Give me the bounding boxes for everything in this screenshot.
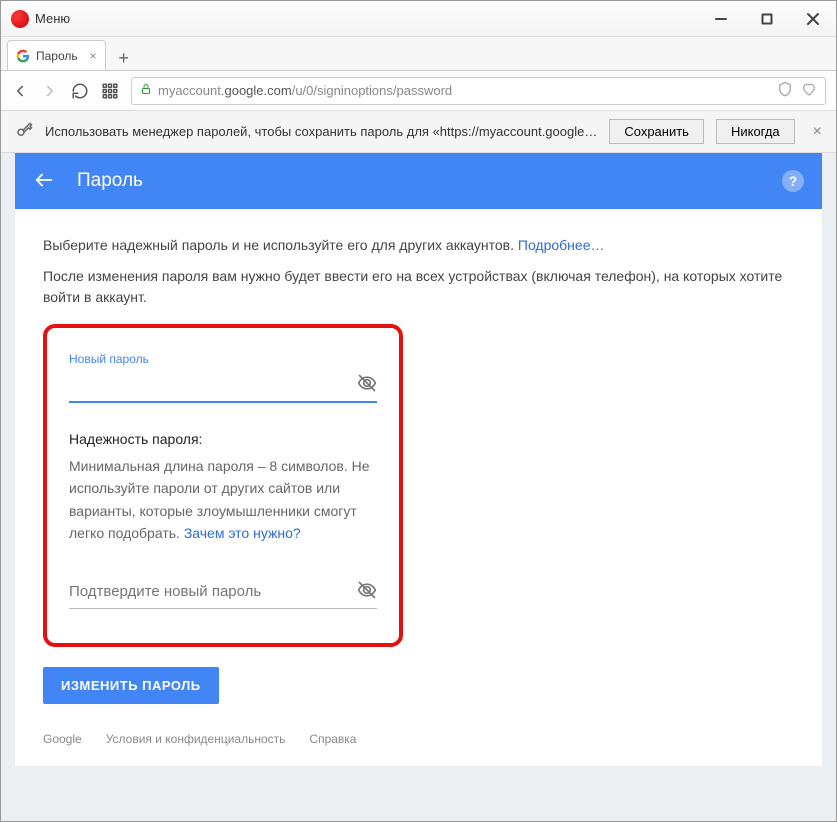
change-password-button[interactable]: ИЗМЕНИТЬ ПАРОЛЬ (43, 667, 219, 704)
window-titlebar: Меню (1, 1, 836, 37)
lock-icon (140, 82, 152, 99)
browser-window: Меню Пароль × + (0, 0, 837, 822)
infobar-close-button[interactable]: × (813, 123, 822, 141)
opera-logo-icon (11, 10, 29, 28)
strength-title: Надежность пароля: (69, 431, 377, 447)
intro-line-1: Выберите надежный пароль и не используйт… (43, 235, 794, 256)
intro-line-2: После изменения пароля вам нужно будет в… (43, 266, 794, 308)
password-save-infobar: Использовать менеджер паролей, чтобы сох… (1, 111, 836, 153)
help-icon[interactable]: ? (782, 170, 804, 192)
main-card: Выберите надежный пароль и не используйт… (15, 209, 822, 766)
page-content: Пароль ? Выберите надежный пароль и не и… (1, 153, 836, 821)
password-form-highlight: Новый пароль Надежность пароля: Минималь… (43, 324, 403, 647)
window-maximize-button[interactable] (744, 1, 790, 37)
confirm-password-input[interactable] (69, 579, 357, 604)
shield-icon[interactable] (777, 81, 793, 100)
strength-text: Минимальная длина пароля – 8 символов. Н… (69, 455, 377, 545)
window-minimize-button[interactable] (698, 1, 744, 37)
new-password-field: Новый пароль (69, 352, 377, 403)
toggle-visibility-icon[interactable] (357, 580, 377, 603)
menu-label[interactable]: Меню (35, 11, 70, 26)
tab-close-button[interactable]: × (90, 49, 97, 63)
infobar-text: Использовать менеджер паролей, чтобы сох… (45, 124, 597, 139)
nav-reload-button[interactable] (71, 82, 89, 100)
learn-more-link[interactable]: Подробнее… (518, 237, 605, 253)
header-back-button[interactable] (33, 169, 55, 194)
key-icon (15, 121, 33, 142)
confirm-password-field (69, 575, 377, 609)
page-header: Пароль ? (15, 153, 822, 209)
password-strength-section: Надежность пароля: Минимальная длина пар… (69, 431, 377, 545)
speed-dial-button[interactable] (101, 82, 119, 100)
footer-help-link[interactable]: Справка (309, 732, 356, 746)
nav-back-button[interactable] (11, 82, 29, 100)
new-password-input[interactable] (69, 372, 357, 397)
window-close-button[interactable] (790, 1, 836, 37)
footer-google-link[interactable]: Google (43, 732, 82, 746)
why-needed-link[interactable]: Зачем это нужно? (184, 525, 301, 541)
nav-forward-button[interactable] (41, 82, 59, 100)
infobar-save-button[interactable]: Сохранить (609, 119, 704, 144)
google-favicon-icon (16, 49, 30, 63)
infobar-never-button[interactable]: Никогда (716, 119, 795, 144)
tab-title: Пароль (36, 49, 78, 63)
heart-icon[interactable] (801, 81, 817, 100)
page-footer: Google Условия и конфиденциальность Спра… (43, 722, 794, 746)
nav-bar: myaccount.google.com/u/0/signinoptions/p… (1, 71, 836, 111)
tab-active[interactable]: Пароль × (7, 40, 106, 70)
footer-terms-link[interactable]: Условия и конфиденциальность (106, 732, 286, 746)
new-tab-button[interactable]: + (112, 46, 136, 70)
address-text: myaccount.google.com/u/0/signinoptions/p… (158, 83, 771, 98)
tab-bar: Пароль × + (1, 37, 836, 71)
new-password-label: Новый пароль (69, 352, 377, 366)
toggle-visibility-icon[interactable] (357, 373, 377, 396)
page-title: Пароль (77, 170, 143, 192)
address-bar[interactable]: myaccount.google.com/u/0/signinoptions/p… (131, 77, 826, 105)
